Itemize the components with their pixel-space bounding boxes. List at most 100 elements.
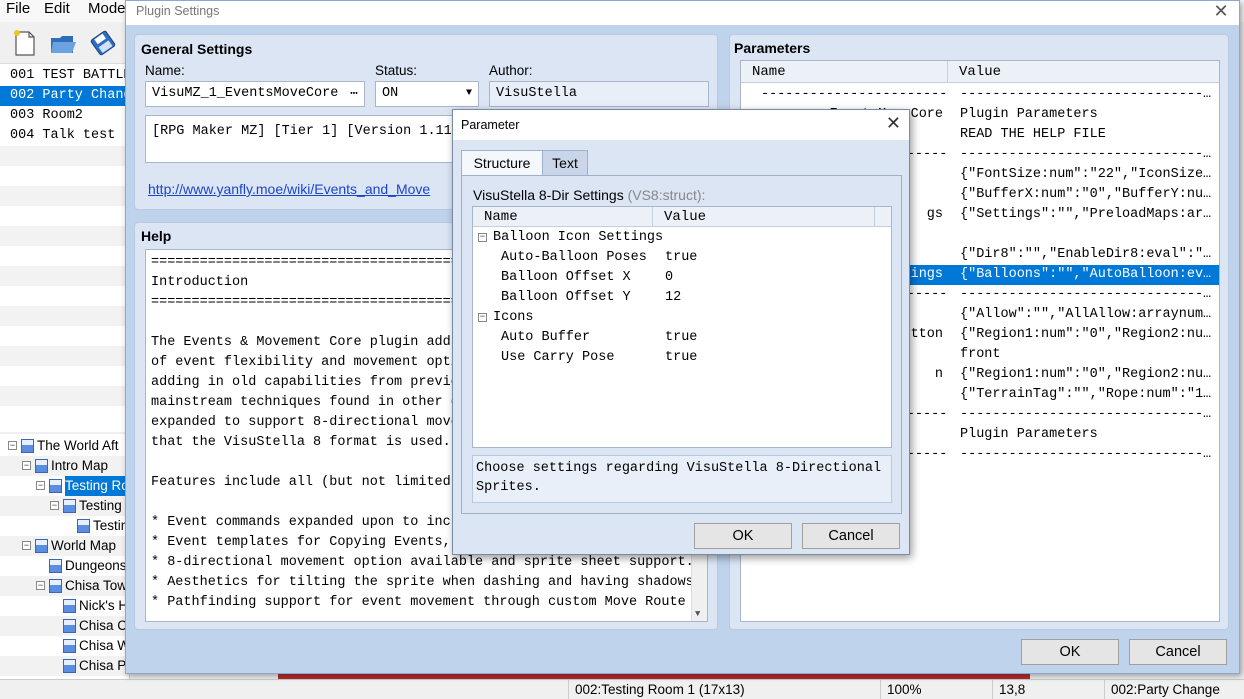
status-select[interactable]: ON ▼	[375, 81, 479, 107]
struct-row[interactable]: Auto Buffer true	[473, 328, 891, 348]
tree-item-label: Chisa Wea	[79, 638, 130, 653]
help-line: that the VisuStella 8 format is used.	[151, 435, 451, 450]
column-header-value[interactable]: Value	[948, 61, 1219, 83]
scroll-down-icon[interactable]: ▼	[695, 609, 700, 619]
status-map: 002:Testing Room 1 (17x13)	[568, 680, 880, 699]
menu-edit[interactable]: Edit	[44, 0, 70, 18]
table-row[interactable]: ----------------------------------------…	[741, 85, 1219, 105]
tree-item[interactable]: − Testing R	[0, 496, 129, 516]
browse-button[interactable]: ⋯	[350, 82, 358, 106]
struct-row[interactable]: Auto-Balloon Poses true	[473, 248, 891, 268]
close-icon[interactable]: ✕	[1211, 1, 1231, 22]
map-icon	[63, 599, 76, 613]
dialog-title: Parameter	[461, 118, 520, 132]
param-value: ----------------------------------	[960, 147, 1215, 162]
column-header-name[interactable]: Name	[741, 61, 948, 83]
map-event-list: 001 TEST BATTLES 002 Party Change 003 Ro…	[0, 64, 130, 432]
author-label: Author:	[489, 63, 533, 78]
column-header-value[interactable]: Value	[653, 207, 875, 227]
struct-name: Auto-Balloon Poses	[501, 250, 647, 265]
param-value: {"Dir8":"","EnableDir8:eval":"true"	[960, 247, 1215, 262]
collapse-icon[interactable]: −	[50, 501, 59, 510]
cancel-button[interactable]: Cancel	[1129, 639, 1227, 665]
open-project-icon[interactable]	[48, 28, 78, 58]
tab-structure[interactable]: Structure	[461, 150, 543, 176]
help-line: * Event commands expanded upon to includ…	[151, 515, 500, 530]
menu-file[interactable]: File	[6, 0, 30, 18]
tree-item[interactable]: − The World Aft	[0, 436, 129, 456]
collapse-icon[interactable]: −	[22, 461, 31, 470]
param-value: READ THE HELP FILE	[960, 127, 1106, 142]
tree-item[interactable]: Chisa Pot	[0, 656, 129, 676]
window-title: Plugin Settings	[136, 4, 220, 18]
struct-group-row[interactable]: − Icons	[473, 308, 891, 328]
tree-item-label: Dungeons	[65, 558, 127, 573]
tab-text[interactable]: Text	[542, 150, 588, 176]
help-line: * Pathfinding support for event movement…	[151, 595, 708, 610]
tree-item[interactable]: Nick's Ho	[0, 596, 129, 616]
list-item-empty	[0, 326, 130, 346]
tree-item[interactable]: Testing	[0, 516, 129, 536]
author-field: VisuStella	[489, 81, 709, 107]
struct-group-row[interactable]: − Balloon Icon Settings	[473, 228, 891, 248]
struct-row[interactable]: Use Carry Pose true	[473, 348, 891, 368]
name-label: Name:	[145, 63, 185, 78]
collapse-icon[interactable]: −	[36, 481, 45, 490]
tree-item-label: Chisa Town	[65, 578, 130, 593]
tree-item-label: Intro Map	[51, 458, 109, 473]
collapse-icon[interactable]: −	[36, 581, 45, 590]
struct-value: true	[665, 350, 698, 365]
struct-type-hint: (VS8:struct):	[627, 187, 706, 203]
list-item-empty	[0, 146, 130, 166]
dialog-ok-button[interactable]: OK	[694, 523, 792, 549]
structure-grid[interactable]: Name Value − Balloon Icon Settings Auto-Ba…	[472, 206, 892, 448]
map-icon	[63, 619, 76, 633]
list-item[interactable]: 003 Room2	[0, 106, 130, 126]
plugin-url-link[interactable]: http://www.yanfly.moe/wiki/Events_and_Mo…	[148, 181, 458, 197]
map-icon	[63, 659, 76, 673]
list-item[interactable]: 004 Talk test	[0, 126, 130, 146]
list-item-empty	[0, 206, 130, 226]
collapse-icon[interactable]: −	[8, 441, 17, 450]
menu-mode[interactable]: Mode	[88, 0, 126, 18]
struct-name: Icons	[493, 310, 534, 325]
collapse-icon[interactable]: −	[22, 541, 31, 550]
new-project-icon[interactable]	[10, 28, 40, 58]
tree-item-label: World Map	[51, 538, 117, 553]
status-event: 002:Party Change	[1104, 680, 1244, 699]
param-value: ----------------------------------	[960, 407, 1215, 422]
help-line: * 8-directional movement option availabl…	[151, 555, 694, 570]
tree-item[interactable]: − World Map	[0, 536, 129, 556]
tree-item[interactable]: − Chisa Town	[0, 576, 130, 596]
tree-item[interactable]: − Intro Map	[0, 456, 129, 476]
chevron-down-icon: ▼	[465, 88, 472, 99]
map-icon	[63, 639, 76, 653]
list-item[interactable]: 002 Party Change	[0, 86, 130, 106]
struct-label: VisuStella 8-Dir Settings (VS8:struct):	[473, 187, 705, 203]
list-item-empty	[0, 166, 130, 186]
struct-row[interactable]: Balloon Offset Y 12	[473, 288, 891, 308]
column-header-name[interactable]: Name	[473, 207, 653, 227]
tree-item[interactable]: Chisa Wea	[0, 636, 130, 656]
param-value: Plugin Parameters	[960, 427, 1098, 442]
ok-button[interactable]: OK	[1021, 639, 1119, 665]
collapse-icon[interactable]: −	[478, 233, 487, 242]
toolbar	[0, 22, 130, 64]
map-icon	[49, 559, 62, 573]
plugin-name-field[interactable]: VisuMZ_1_EventsMoveCore ⋯	[145, 81, 365, 107]
tree-item[interactable]: Dungeons	[0, 556, 129, 576]
dialog-cancel-button[interactable]: Cancel	[802, 523, 900, 549]
list-item-empty	[0, 186, 130, 206]
tree-item-label: Chisa Pot	[79, 658, 129, 673]
struct-row[interactable]: Balloon Offset X 0	[473, 268, 891, 288]
list-item[interactable]: 001 TEST BATTLES	[0, 66, 130, 86]
param-name: --------------------------	[761, 87, 947, 102]
tree-item[interactable]: − Testing Ro	[0, 476, 129, 496]
tree-item-label: Testing Ro	[65, 476, 129, 496]
save-project-icon[interactable]	[88, 28, 118, 58]
list-item-empty	[0, 306, 130, 326]
close-icon[interactable]: ✕	[886, 113, 901, 134]
collapse-icon[interactable]: −	[478, 313, 487, 322]
tree-item[interactable]: Chisa Chu	[0, 616, 129, 636]
list-item-empty	[0, 386, 130, 406]
